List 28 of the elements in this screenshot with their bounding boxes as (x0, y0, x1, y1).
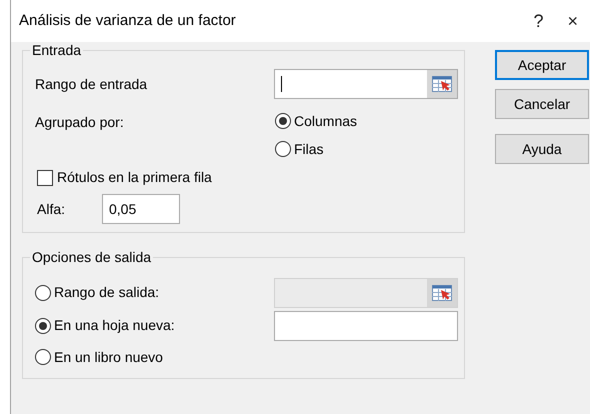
radio-button[interactable] (35, 318, 51, 334)
radio-button[interactable] (35, 284, 51, 300)
dialog-button[interactable]: Cancelar (495, 89, 589, 119)
radio-button[interactable] (35, 349, 51, 365)
checkbox-label: Rótulos en la primera fila (57, 168, 212, 187)
field-label: Agrupado por: (35, 113, 125, 132)
group-legend: Opciones de salida (30, 249, 154, 265)
field-label: Rango de entrada (35, 74, 148, 94)
dialog-button[interactable]: Aceptar (495, 50, 589, 80)
radio-label: Rango de salida: (54, 283, 160, 302)
radio-label: En una hoja nueva: (54, 316, 175, 335)
range-field[interactable] (274, 310, 458, 340)
window-title: Análisis de varianza de un factor (19, 10, 237, 31)
radio-label: Columnas (294, 112, 358, 130)
group-legend: Entrada (30, 42, 84, 58)
range-picker-button[interactable] (427, 70, 457, 98)
radio-button[interactable] (275, 113, 291, 129)
radio-label: En un libro nuevo (54, 348, 163, 366)
text-caret (281, 76, 282, 92)
help-button[interactable]: ? (521, 8, 556, 34)
radio-button[interactable] (275, 141, 291, 157)
close-button[interactable]: × (555, 8, 590, 34)
field-label: Alfa: (37, 200, 66, 218)
range-field[interactable] (274, 69, 458, 99)
dialog-button[interactable]: Ayuda (495, 134, 589, 164)
alpha-field[interactable]: 0,05 (102, 194, 180, 224)
radio-label: Filas (294, 140, 324, 158)
checkbox[interactable] (37, 170, 53, 186)
